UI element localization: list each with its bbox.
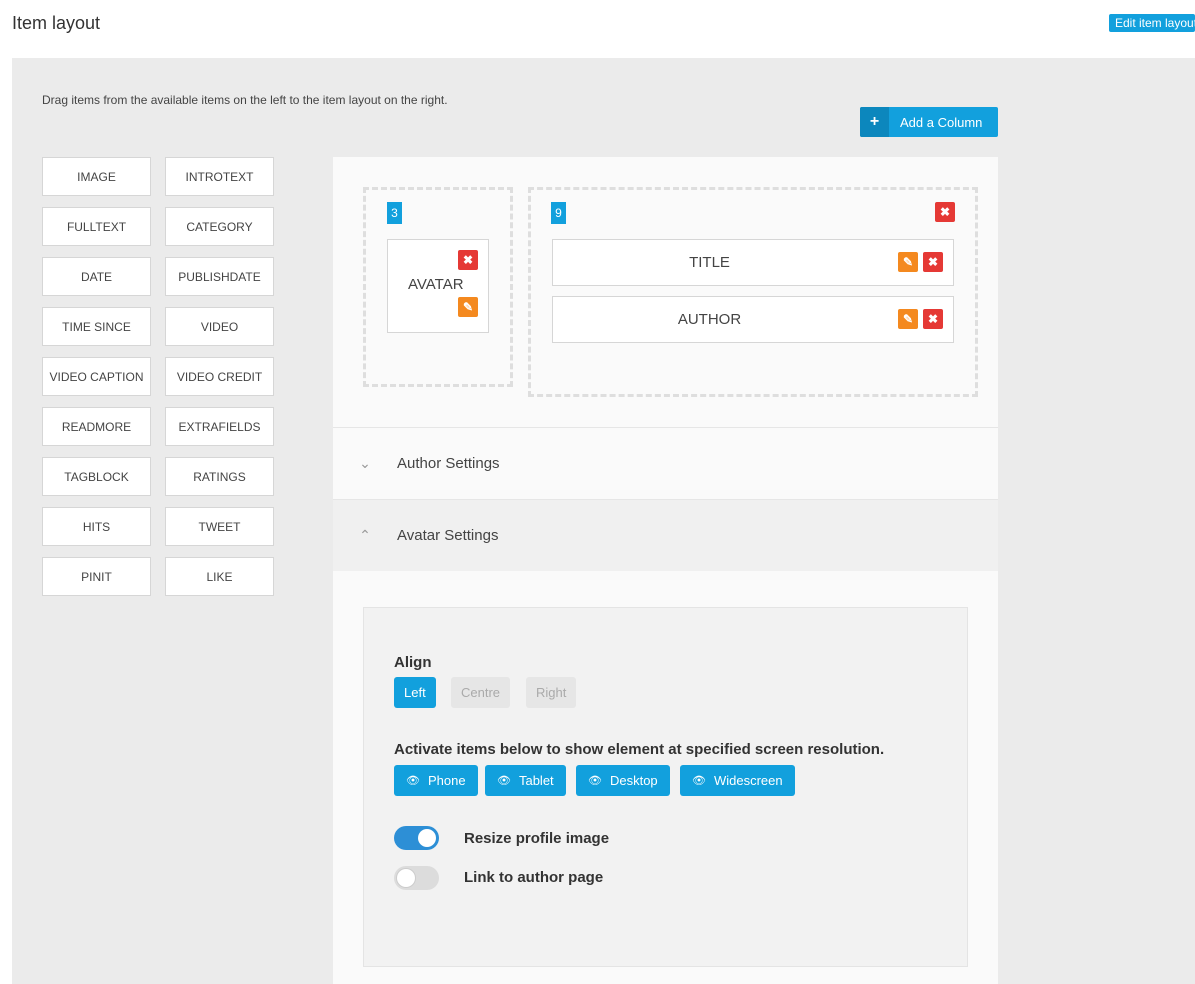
column-width-badge[interactable]: 9 bbox=[551, 202, 566, 224]
eye-icon: 👁 bbox=[406, 775, 420, 787]
add-column-button[interactable]: + Add a Column bbox=[860, 107, 998, 137]
instructions-text: Drag items from the available items on t… bbox=[42, 93, 448, 107]
edit-item-layout-button[interactable]: Edit item layout bbox=[1109, 14, 1195, 32]
chevron-up-icon: ⌃ bbox=[359, 527, 371, 543]
avatar-settings-panel: Align Left Centre Right Activate items b… bbox=[363, 607, 968, 967]
delete-icon[interactable]: ✖ bbox=[923, 252, 943, 272]
available-item-video-caption[interactable]: VIDEO CAPTION bbox=[42, 357, 151, 396]
pencil-icon[interactable]: ✎ bbox=[898, 309, 918, 329]
toggle-knob bbox=[418, 829, 436, 847]
resolution-tablet-button[interactable]: 👁 Tablet bbox=[485, 765, 566, 796]
resolution-label: Desktop bbox=[609, 773, 658, 788]
link-to-author-page-toggle[interactable] bbox=[394, 866, 439, 890]
accordion-avatar-settings[interactable]: ⌃ Avatar Settings bbox=[333, 499, 998, 571]
available-item-readmore[interactable]: READMORE bbox=[42, 407, 151, 446]
accordion-author-settings[interactable]: ⌄ Author Settings bbox=[333, 427, 998, 499]
available-item-fulltext[interactable]: FULLTEXT bbox=[42, 207, 151, 246]
available-item-tagblock[interactable]: TAGBLOCK bbox=[42, 457, 151, 496]
column-width-badge[interactable]: 3 bbox=[387, 202, 402, 224]
available-item-category[interactable]: CATEGORY bbox=[165, 207, 274, 246]
layout-panel: 3 AVATAR ✖ ✎ 9 ✖ TITLE ✎ ✖ AUTHOR ✎ ✖ ⌄ bbox=[333, 157, 998, 984]
resolution-label: Widescreen bbox=[713, 773, 783, 788]
available-items-list: IMAGE INTROTEXT FULLTEXT CATEGORY DATE P… bbox=[42, 157, 274, 596]
available-item-like[interactable]: LIKE bbox=[165, 557, 274, 596]
resolution-label: Phone bbox=[427, 773, 466, 788]
available-item-video-credit[interactable]: VIDEO CREDIT bbox=[165, 357, 274, 396]
layout-item-title[interactable]: TITLE ✎ ✖ bbox=[552, 239, 954, 286]
toggle-knob bbox=[397, 869, 415, 887]
layout-item-label: TITLE bbox=[689, 254, 730, 271]
layout-item-label: AVATAR bbox=[408, 276, 464, 293]
resolution-widescreen-button[interactable]: 👁 Widescreen bbox=[680, 765, 795, 796]
delete-icon[interactable]: ✖ bbox=[923, 309, 943, 329]
available-item-hits[interactable]: HITS bbox=[42, 507, 151, 546]
layout-column[interactable]: 9 ✖ TITLE ✎ ✖ AUTHOR ✎ ✖ bbox=[528, 187, 978, 397]
available-item-pinit[interactable]: PINIT bbox=[42, 557, 151, 596]
resolution-heading: Activate items below to show element at … bbox=[394, 741, 885, 758]
header: Item layout Edit item layout bbox=[0, 0, 1195, 58]
link-to-author-page-label: Link to author page bbox=[464, 869, 604, 886]
available-item-publishdate[interactable]: PUBLISHDATE bbox=[165, 257, 274, 296]
resize-profile-image-label: Resize profile image bbox=[464, 830, 610, 847]
plus-icon: + bbox=[860, 107, 889, 137]
layout-item-label: AUTHOR bbox=[677, 311, 742, 328]
accordion-label: Avatar Settings bbox=[397, 527, 499, 544]
layout-column[interactable]: 3 AVATAR ✖ ✎ bbox=[363, 187, 513, 387]
available-item-ratings[interactable]: RATINGS bbox=[165, 457, 274, 496]
align-centre-button[interactable]: Centre bbox=[451, 677, 511, 708]
pencil-icon[interactable]: ✎ bbox=[458, 297, 478, 317]
resolution-desktop-button[interactable]: 👁 Desktop bbox=[576, 765, 670, 796]
layout-item-avatar[interactable]: AVATAR ✖ ✎ bbox=[387, 239, 489, 333]
available-item-date[interactable]: DATE bbox=[42, 257, 151, 296]
main-area: Drag items from the available items on t… bbox=[12, 58, 1195, 984]
available-item-time-since[interactable]: TIME SINCE bbox=[42, 307, 151, 346]
page-title: Item layout bbox=[12, 13, 101, 33]
delete-column-icon[interactable]: ✖ bbox=[935, 202, 955, 222]
delete-icon[interactable]: ✖ bbox=[458, 250, 478, 270]
available-item-introtext[interactable]: INTROTEXT bbox=[165, 157, 274, 196]
eye-icon: 👁 bbox=[497, 775, 511, 787]
resize-profile-image-toggle[interactable] bbox=[394, 826, 439, 850]
align-right-button[interactable]: Right bbox=[526, 677, 577, 708]
layout-item-author[interactable]: AUTHOR ✎ ✖ bbox=[552, 296, 954, 343]
align-left-button[interactable]: Left bbox=[394, 677, 436, 708]
accordion-label: Author Settings bbox=[397, 455, 500, 472]
available-item-video[interactable]: VIDEO bbox=[165, 307, 274, 346]
resolution-phone-button[interactable]: 👁 Phone bbox=[394, 765, 478, 796]
eye-icon: 👁 bbox=[692, 775, 706, 787]
available-item-tweet[interactable]: TWEET bbox=[165, 507, 274, 546]
available-item-extrafields[interactable]: EXTRAFIELDS bbox=[165, 407, 274, 446]
align-heading: Align bbox=[394, 654, 432, 671]
add-column-label: Add a Column bbox=[900, 114, 983, 130]
resolution-label: Tablet bbox=[518, 773, 554, 788]
eye-icon: 👁 bbox=[588, 775, 602, 787]
pencil-icon[interactable]: ✎ bbox=[898, 252, 918, 272]
available-item-image[interactable]: IMAGE bbox=[42, 157, 151, 196]
chevron-down-icon: ⌄ bbox=[359, 455, 371, 471]
